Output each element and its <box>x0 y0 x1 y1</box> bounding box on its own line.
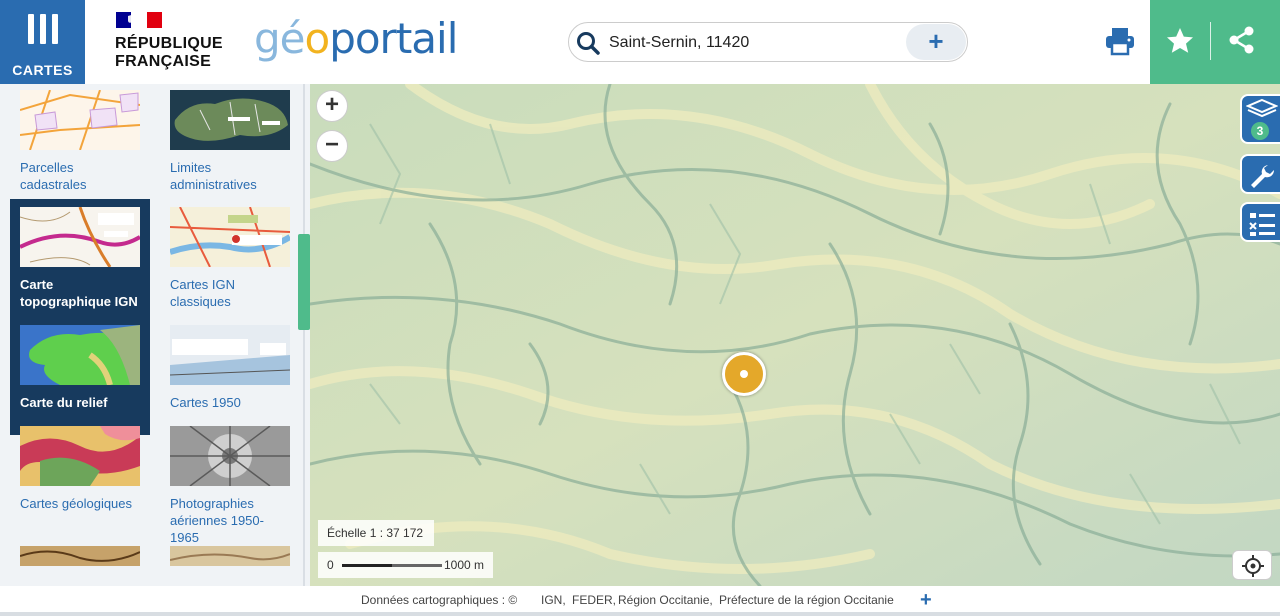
map-card-name: Carte topographique IGN <box>20 277 138 309</box>
map-card-cadastre[interactable]: Parcelles cadastrales <box>10 84 150 200</box>
list-icon <box>1249 213 1275 236</box>
favorite-button[interactable] <box>1150 0 1210 84</box>
search-icon[interactable] <box>575 30 601 56</box>
topo-thumb <box>20 207 140 267</box>
map-card-geology[interactable]: Cartes géologiques <box>10 418 150 536</box>
scalebar-zero: 0 <box>327 558 334 572</box>
printer-icon[interactable] <box>1104 26 1136 56</box>
legend-button[interactable] <box>1240 202 1280 242</box>
search-input[interactable] <box>609 31 889 55</box>
marianne-icon <box>116 12 162 28</box>
republique-francaise-logo: RÉPUBLIQUE FRANÇAISE <box>114 12 234 72</box>
scale-bar: 0 1000 m <box>318 552 493 578</box>
wrench-icon <box>1251 165 1275 188</box>
partial-thumb <box>20 550 140 562</box>
relief-map <box>310 84 1280 586</box>
rf-line1: RÉPUBLIQUE <box>115 35 223 52</box>
map-card-name: Limites administratives <box>170 160 257 192</box>
attribution-footer: Données cartographiques : © IGN, FEDER, … <box>0 586 1280 616</box>
attribution-link[interactable]: Région Occitanie, <box>618 586 713 614</box>
bottom-strip <box>0 612 1280 616</box>
scale-ratio: Échelle 1 : 37 172 <box>318 520 434 546</box>
admin-limits-thumb <box>170 90 290 150</box>
maps-menu-button[interactable]: CARTES <box>0 0 85 84</box>
logo-part2: o <box>304 14 331 63</box>
share-button[interactable] <box>1210 0 1280 84</box>
classic-map-thumb <box>170 207 290 267</box>
crosshair-icon <box>1242 555 1264 577</box>
layers-icon <box>1246 98 1278 118</box>
share-icon <box>1229 26 1254 54</box>
rf-line2: FRANÇAISE <box>115 53 212 70</box>
maps-catalog-panel: Parcelles cadastrales Limites administra… <box>0 84 310 586</box>
marker-dot <box>740 370 748 378</box>
map-card-partial[interactable] <box>170 546 290 566</box>
location-marker[interactable] <box>722 352 766 396</box>
map-card-name: Cartes IGN classiques <box>170 277 236 309</box>
map-card-name: Cartes 1950 <box>170 395 241 410</box>
layer-count-badge: 3 <box>1251 122 1269 140</box>
attribution-link[interactable]: FEDER, <box>572 586 616 614</box>
header-divider <box>1210 22 1211 60</box>
scalebar-distance: 1000 m <box>444 558 485 572</box>
map-1950-thumb <box>170 325 290 385</box>
layers-manager-button[interactable]: 3 <box>1240 94 1280 144</box>
map-view[interactable]: + − 3 Échelle 1 : 37 172 0 1000 m <box>310 84 1280 586</box>
zoom-in-button[interactable]: + <box>316 90 348 122</box>
map-card-name: Cartes géologiques <box>20 496 133 511</box>
attribution-link[interactable]: Préfecture de la région Occitanie <box>719 586 894 614</box>
star-icon <box>1167 28 1193 53</box>
zoom-out-button[interactable]: − <box>316 130 348 162</box>
scalebar-line <box>342 564 442 567</box>
geoportail-app: CARTES RÉPUBLIQUE FRANÇAISE géoportail + <box>0 0 1280 616</box>
relief-thumb <box>20 325 140 385</box>
map-card-topo-ign[interactable]: Carte topographique IGN <box>10 199 150 317</box>
scrollbar-track[interactable] <box>303 84 305 586</box>
more-attributions-button[interactable]: + <box>920 586 932 614</box>
map-card-name: Carte du relief <box>20 395 108 410</box>
geology-thumb <box>20 426 140 486</box>
attribution-link[interactable]: IGN, <box>541 586 566 614</box>
advanced-search-button[interactable]: + <box>906 24 966 60</box>
map-card-partial[interactable] <box>20 546 140 566</box>
logo-part3: portail <box>329 14 458 63</box>
tools-button[interactable] <box>1240 154 1280 194</box>
geolocate-button[interactable] <box>1232 550 1272 580</box>
map-card-name: Photographies aériennes 1950-1965 <box>170 496 264 545</box>
attribution-label: Données cartographiques : © <box>361 593 518 607</box>
menu-label: CARTES <box>12 62 73 78</box>
logo-part1: gé <box>254 14 305 63</box>
cadastre-thumb <box>20 90 140 150</box>
map-card-name: Parcelles cadastrales <box>20 160 87 192</box>
search-bar: + <box>568 22 968 62</box>
map-card-admin-limits[interactable]: Limites administratives <box>160 84 300 200</box>
map-card-classic-ign[interactable]: Cartes IGN classiques <box>160 199 300 317</box>
header: CARTES RÉPUBLIQUE FRANÇAISE géoportail + <box>0 0 1280 84</box>
menu-icon <box>28 14 58 44</box>
aerial-photo-thumb <box>170 426 290 486</box>
map-card-aerial-photo[interactable]: Photographies aériennes 1950-1965 <box>160 418 300 545</box>
geoportail-logo[interactable]: géoportail <box>254 14 458 64</box>
partial-thumb <box>170 553 290 561</box>
